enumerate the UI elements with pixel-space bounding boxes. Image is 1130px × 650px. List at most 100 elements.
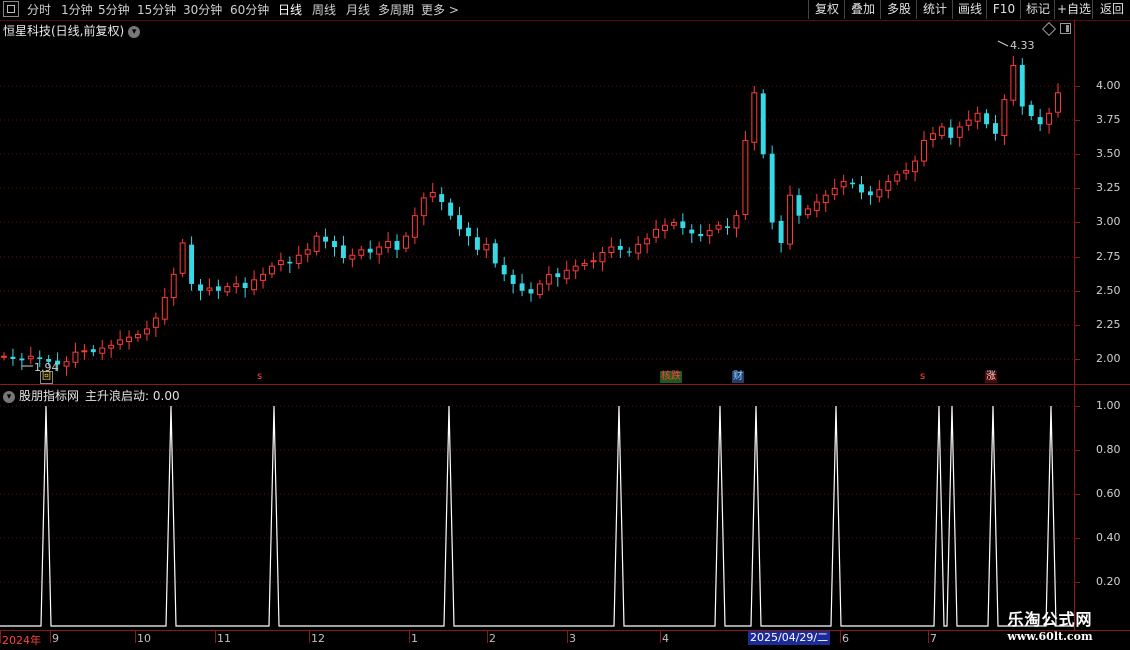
candle-body-up (974, 112, 981, 122)
candle-body-down (448, 202, 454, 216)
price-tick-label: 2.75 (1096, 250, 1121, 263)
price-tick-label: 2.25 (1096, 318, 1121, 331)
candle-body-up (420, 197, 427, 217)
price-tick (1074, 325, 1080, 326)
candle-body-up (787, 194, 793, 245)
candle-body-up (206, 287, 213, 291)
time-tick (840, 631, 841, 643)
candle-body-down (689, 229, 695, 234)
indicator-title[interactable]: ▾ 股朋指标网 主升浪启动: 0.00 (3, 387, 180, 404)
candle-body-up (269, 265, 275, 275)
indicator-tick (1074, 406, 1080, 407)
indicator-tick-label: 0.60 (1096, 487, 1121, 500)
candle-body-up (295, 254, 302, 264)
candle-body-down (394, 241, 400, 250)
candle-body-up (224, 286, 231, 293)
candle-body-up (27, 355, 34, 360)
candle-body-down (492, 243, 498, 264)
candle-body-up (108, 344, 115, 349)
price-tick-label: 2.00 (1096, 352, 1121, 365)
price-tick (1074, 291, 1080, 292)
candle-body-up (161, 297, 168, 320)
candle-body-up (804, 208, 811, 216)
chart-event-marker[interactable]: 涨 (985, 371, 997, 383)
indicator-tick-label: 1.00 (1096, 399, 1121, 412)
candle-body-down (367, 248, 373, 253)
candle-body-up (1, 355, 7, 358)
candle-body-down (340, 245, 346, 258)
price-tick-label: 3.00 (1096, 215, 1121, 228)
candle-body-up (653, 228, 660, 238)
candle-body-up (831, 187, 838, 196)
candle-body-up (117, 339, 124, 345)
indicator-name: 股朋指标网 (19, 389, 80, 403)
candle-body-down (796, 195, 802, 216)
candle-body-up (170, 273, 177, 299)
candle-body-down (90, 349, 96, 353)
time-axis-label: 7 (930, 632, 937, 645)
price-tick (1074, 222, 1080, 223)
chart-event-marker[interactable]: 财 (732, 371, 744, 383)
candle-body-down (1028, 104, 1034, 117)
time-tick (487, 631, 488, 643)
price-tick-label: 4.00 (1096, 79, 1121, 92)
candle-body-up (402, 235, 409, 249)
chevron-down-icon[interactable]: ▾ (3, 390, 15, 403)
chevron-down-icon[interactable]: ▾ (128, 25, 141, 38)
candle-body-up (965, 119, 972, 126)
candle-body-up (670, 222, 677, 226)
candle-body-up (99, 347, 106, 354)
candle-body-up (536, 283, 543, 296)
candle-body-down (617, 245, 623, 250)
indicator-tick (1074, 582, 1080, 583)
candle-body-up (63, 361, 70, 367)
candle-body-up (742, 140, 749, 216)
candle-body-up (304, 249, 311, 255)
chart-event-marker[interactable]: s (256, 371, 263, 383)
candle-body-down (680, 221, 686, 228)
candle-body-down (242, 282, 248, 289)
candle-body-down (37, 357, 43, 359)
time-axis-separator (0, 630, 1130, 631)
kline-chart[interactable] (0, 0, 1130, 650)
candle-body-down (850, 182, 856, 185)
candle-body-up (349, 254, 356, 260)
candle-body-up (840, 181, 847, 188)
main-chart-title[interactable]: 恒星科技(日线,前复权) ▾ (3, 22, 141, 39)
candle-body-up (260, 273, 266, 281)
indicator-tick-label: 0.20 (1096, 575, 1121, 588)
panel-separator (0, 384, 1130, 385)
candle-body-down (287, 261, 293, 264)
candle-body-up (590, 260, 597, 263)
window-toggle-icon[interactable] (1060, 23, 1071, 34)
candle-body-up (81, 350, 88, 353)
time-axis-label: 2 (489, 632, 496, 645)
time-axis-label: 12 (311, 632, 325, 645)
candle-body-down (769, 153, 775, 223)
candle-body-down (332, 241, 337, 248)
time-tick (567, 631, 568, 643)
candle-body-up (894, 174, 901, 182)
candle-body-down (859, 184, 864, 193)
time-axis-label: 4 (662, 632, 669, 645)
candle-body-up (313, 235, 320, 252)
chart-event-marker[interactable]: s (919, 371, 926, 383)
candle-body-up (143, 328, 150, 335)
candle-body-up (644, 238, 651, 245)
price-tick-label: 2.50 (1096, 284, 1121, 297)
price-tick (1074, 257, 1080, 258)
candle-body-down (457, 215, 462, 230)
time-tick (0, 631, 1, 643)
candle-body-up (903, 170, 910, 174)
candle-body-up (929, 133, 936, 141)
chart-event-marker[interactable]: 核跌 (660, 371, 682, 383)
time-tick (660, 631, 661, 643)
price-tick-label: 3.25 (1096, 181, 1121, 194)
candle-body-up (572, 265, 579, 272)
candle-body-down (501, 265, 507, 275)
chart-event-marker[interactable]: 回 (40, 371, 54, 384)
candle-body-down (510, 274, 516, 284)
candle-body-up (885, 181, 892, 191)
candle-body-down (10, 356, 16, 359)
candle-body-down (323, 236, 329, 242)
